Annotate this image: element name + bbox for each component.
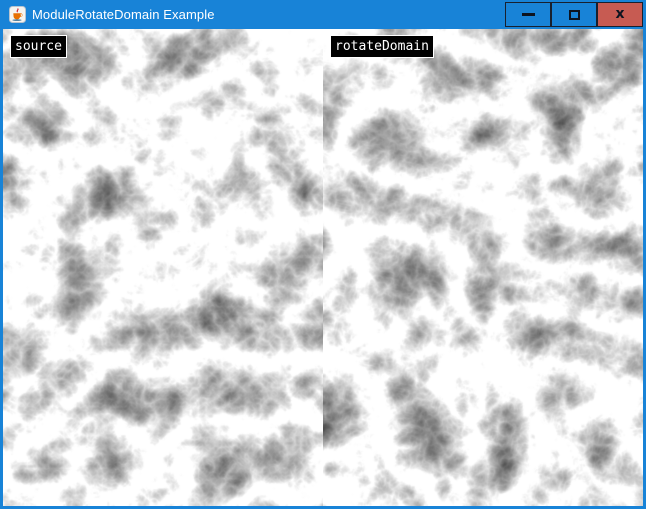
panel-source: source <box>3 29 323 506</box>
minimize-icon <box>522 13 535 16</box>
rotate-domain-label: rotateDomain <box>330 35 434 58</box>
close-button[interactable]: x <box>597 2 643 27</box>
source-label: source <box>10 35 67 58</box>
close-icon: x <box>615 7 624 21</box>
rotate-domain-noise-image <box>323 29 643 506</box>
java-coffee-cup-icon <box>9 6 26 23</box>
window-controls: x <box>505 2 643 27</box>
minimize-button[interactable] <box>505 2 551 27</box>
title-bar[interactable]: ModuleRotateDomain Example x <box>0 0 646 29</box>
maximize-icon <box>569 10 580 20</box>
window-title: ModuleRotateDomain Example <box>32 7 215 22</box>
maximize-button[interactable] <box>551 2 597 27</box>
source-noise-image <box>3 29 323 506</box>
app-window: ModuleRotateDomain Example x source rota… <box>0 0 646 509</box>
panel-rotate-domain: rotateDomain <box>323 29 643 506</box>
content-area: source rotateDomain <box>3 29 643 506</box>
